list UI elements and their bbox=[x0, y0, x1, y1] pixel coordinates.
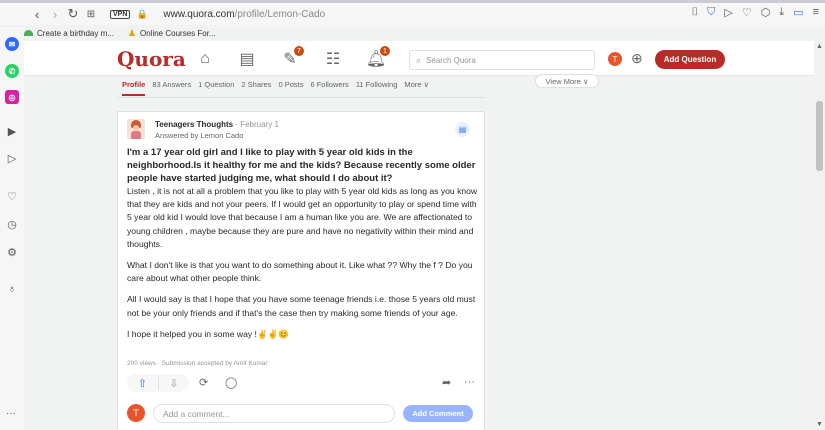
search-icon: ⌕ bbox=[416, 54, 422, 65]
avatar[interactable]: T bbox=[127, 404, 145, 422]
tab-questions[interactable]: 1 Question bbox=[198, 80, 234, 96]
answer-paragraph: All I would say is that I hope that you … bbox=[127, 294, 476, 318]
answer-paragraph: Listen , it is not at all a problem that… bbox=[127, 186, 478, 249]
bookmark-item[interactable]: Create a birthday m... bbox=[24, 29, 114, 38]
menu-icon[interactable]: ≡ bbox=[813, 6, 819, 19]
comment-input[interactable]: Add a comment... bbox=[153, 404, 395, 423]
scrollbar[interactable]: ▲ ▼ bbox=[814, 41, 825, 430]
tab-more[interactable]: More ∨ bbox=[404, 80, 429, 96]
browser-toolbar-right: ⌷ ⛉ ▷ ♡ ⬡ ⤓ ▭ ≡ bbox=[691, 6, 819, 19]
answer-icon[interactable]: ✎ 7 bbox=[279, 46, 304, 69]
following-badge: 7 bbox=[294, 46, 304, 56]
answered-by[interactable]: Answered by Lemon Cado bbox=[155, 131, 243, 140]
battery-icon[interactable]: ▭ bbox=[793, 6, 803, 19]
shield-icon[interactable]: ⛉ bbox=[707, 6, 715, 19]
settings-icon[interactable]: ⚙ bbox=[5, 245, 19, 259]
bookmark-label: Online Courses For... bbox=[140, 28, 216, 38]
tabs-grid-icon[interactable]: ⊞ bbox=[82, 5, 100, 23]
browser-sidebar: ✉ ✆ ◎ ▶ ▷ ♡ ◷ ⚙ ♁ bbox=[0, 27, 24, 430]
avatar[interactable]: T bbox=[608, 52, 622, 66]
box-icon[interactable]: ⬡ bbox=[761, 6, 771, 19]
more-icon[interactable]: ··· bbox=[6, 408, 16, 419]
downvote-icon[interactable]: ⇩ bbox=[158, 376, 189, 390]
scroll-thumb[interactable] bbox=[816, 101, 823, 171]
following-icon[interactable]: ▤ bbox=[236, 49, 258, 69]
author-avatar[interactable] bbox=[127, 119, 145, 139]
profile-tabs: Profile 83 Answers 1 Question 2 Shares 0… bbox=[122, 80, 429, 96]
scroll-up-icon[interactable]: ▲ bbox=[816, 43, 823, 50]
share-icon[interactable]: ➦ bbox=[442, 376, 451, 389]
send-icon[interactable]: ▷ bbox=[5, 151, 19, 165]
player-icon[interactable]: ▶ bbox=[5, 124, 19, 138]
notifications-icon[interactable]: 🔔︎ 1 bbox=[365, 46, 390, 69]
bookmarks-bar: Create a birthday m... ♟ Online Courses … bbox=[24, 25, 216, 41]
url-field[interactable]: www.quora.com/profile/Lemon-Cado bbox=[163, 9, 325, 20]
answer-paragraph: What I don't like is that you want to do… bbox=[127, 260, 473, 284]
lightbulb-icon[interactable]: ♁ bbox=[5, 282, 19, 296]
tab-shares[interactable]: 2 Shares bbox=[241, 80, 271, 96]
more-options-icon[interactable]: ··· bbox=[464, 376, 475, 388]
tab-posts[interactable]: 0 Posts bbox=[278, 80, 303, 96]
answer-card: Teenagers Thoughts · February 1 Answered… bbox=[117, 111, 485, 430]
tabs-divider bbox=[117, 97, 485, 98]
back-icon[interactable]: ‹ bbox=[28, 5, 46, 23]
answer-actions: ⇧ ⇩ ⟳ ◯ ➦ ··· bbox=[127, 374, 479, 392]
history-icon[interactable]: ◷ bbox=[5, 217, 19, 231]
tab-answers[interactable]: 83 Answers bbox=[152, 80, 191, 96]
globe-icon[interactable]: ⊕ bbox=[631, 50, 643, 67]
browser-address-bar: ‹ › ↻ ⊞ VPN 🔒 www.quora.com/profile/Lemo… bbox=[0, 3, 825, 25]
instagram-icon[interactable]: ◎ bbox=[5, 90, 19, 104]
whatsapp-icon[interactable]: ✆ bbox=[5, 64, 19, 78]
url-host: www.quora.com bbox=[163, 8, 235, 20]
send-icon[interactable]: ▷ bbox=[724, 6, 732, 19]
comment-icon[interactable]: ◯ bbox=[225, 376, 237, 389]
quora-header: Quora ⌂ ▤ ✎ 7 ☷ 🔔︎ 1 ⌕ Search Quora T ⊕ Ad… bbox=[24, 41, 814, 76]
search-input[interactable]: ⌕ Search Quora bbox=[409, 50, 595, 70]
camera-icon[interactable]: ⌷ bbox=[691, 6, 698, 19]
search-placeholder: Search Quora bbox=[426, 55, 476, 65]
heart-icon[interactable]: ♡ bbox=[742, 6, 752, 19]
share-cycle-icon[interactable]: ⟳ bbox=[199, 376, 208, 389]
cloud-icon bbox=[24, 30, 33, 36]
author-name[interactable]: Teenagers Thoughts bbox=[155, 120, 233, 129]
forward-icon[interactable]: › bbox=[46, 5, 64, 23]
author-line: Teenagers Thoughts · February 1 bbox=[155, 120, 279, 129]
heart-icon[interactable]: ♡ bbox=[5, 189, 19, 203]
notifications-badge: 1 bbox=[380, 46, 390, 56]
answer-body: Listen , it is not at all a problem that… bbox=[127, 185, 482, 349]
add-question-button[interactable]: Add Question bbox=[655, 50, 725, 69]
url-path: /profile/Lemon-Cado bbox=[234, 8, 326, 20]
quora-logo[interactable]: Quora bbox=[117, 47, 186, 71]
answer-date[interactable]: · February 1 bbox=[235, 120, 279, 129]
person-icon: ♟ bbox=[127, 27, 136, 38]
answer-meta: 200 views · Submission accepted by Amit … bbox=[127, 360, 268, 367]
scroll-down-icon[interactable]: ▼ bbox=[816, 421, 823, 428]
download-icon[interactable]: ⤓ bbox=[779, 6, 784, 19]
tab-followers[interactable]: 6 Followers bbox=[310, 80, 348, 96]
tab-profile[interactable]: Profile bbox=[122, 80, 146, 96]
vote-group: ⇧ ⇩ bbox=[127, 374, 189, 392]
upvote-icon[interactable]: ⇧ bbox=[127, 377, 158, 390]
reload-icon[interactable]: ↻ bbox=[64, 5, 82, 23]
bookmark-item[interactable]: ♟ Online Courses For... bbox=[128, 28, 216, 39]
tab-following[interactable]: 11 Following bbox=[356, 80, 398, 96]
add-comment-button[interactable]: Add Comment bbox=[403, 405, 473, 422]
bookmark-label: Create a birthday m... bbox=[37, 28, 114, 38]
answer-paragraph: I hope it helped you in some way !✌✌😊 bbox=[127, 328, 290, 339]
spaces-icon[interactable]: ☷ bbox=[322, 49, 344, 69]
home-icon[interactable]: ⌂ bbox=[194, 49, 216, 69]
comment-row: T Add a comment... Add Comment bbox=[127, 404, 479, 424]
menu-list-icon[interactable]: ▤ bbox=[455, 122, 470, 137]
lock-icon[interactable]: 🔒 bbox=[133, 5, 151, 23]
view-more-button[interactable]: View More ∨ bbox=[535, 74, 599, 88]
comment-placeholder: Add a comment... bbox=[163, 408, 230, 419]
vpn-badge[interactable]: VPN bbox=[110, 9, 131, 19]
messenger-icon[interactable]: ✉ bbox=[5, 37, 19, 51]
question-title[interactable]: I'm a 17 year old girl and I like to pla… bbox=[127, 146, 477, 185]
